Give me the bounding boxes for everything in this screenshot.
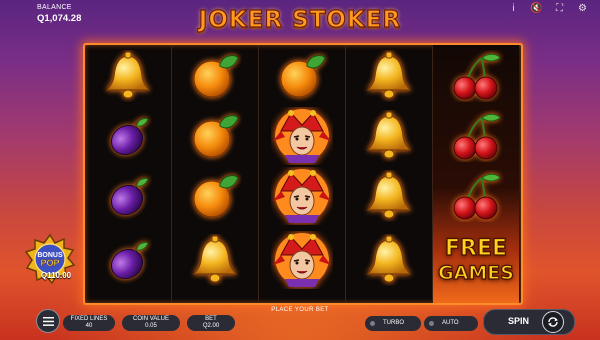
reel-4 <box>346 45 433 303</box>
reel-5: FREE GAMES <box>433 45 519 303</box>
reel-1 <box>85 45 172 303</box>
orange-symbol <box>259 47 345 105</box>
spin-arrows-icon <box>542 311 564 333</box>
auto-label: AUTO <box>442 320 459 326</box>
free-games-line2: GAMES <box>438 262 514 284</box>
bell-symbol <box>172 231 258 289</box>
bell-symbol <box>346 47 432 105</box>
game-title: JOKER STOKER <box>198 6 402 33</box>
joker-symbol <box>259 231 345 289</box>
plum-symbol <box>85 167 171 225</box>
free-games-line1: FREE <box>445 236 507 261</box>
turbo-label: TURBO <box>383 320 404 326</box>
hamburger-icon <box>42 316 54 326</box>
bell-symbol <box>346 107 432 165</box>
bet-control[interactable]: BET Q2.00 <box>187 315 235 331</box>
reel-2 <box>172 45 259 303</box>
plum-symbol <box>85 231 171 289</box>
bell-symbol <box>346 231 432 289</box>
fixed-lines-value: 40 <box>85 323 93 329</box>
bonus-pop-amount: Q110.00 <box>40 271 72 280</box>
plum-symbol <box>85 107 171 165</box>
spin-button[interactable]: SPIN <box>483 309 575 335</box>
game-screen: BALANCE Q1,074.28 i 🔇 ⛶ ⚙ JOKER STOKER F… <box>0 0 600 340</box>
orange-symbol <box>172 47 258 105</box>
spin-label: SPIN <box>508 316 530 326</box>
turbo-toggle[interactable]: TURBO <box>365 316 421 331</box>
free-games-symbol: FREE GAMES <box>433 231 519 289</box>
bonus-pop-line2: POP <box>40 258 59 268</box>
cherries-symbol <box>433 47 519 105</box>
coin-value-value: 0.05 <box>145 323 157 329</box>
bet-value: Q2.00 <box>202 323 220 329</box>
bell-symbol <box>346 167 432 225</box>
coin-value-control[interactable]: COIN VALUE 0.05 <box>122 315 180 331</box>
orange-symbol <box>172 167 258 225</box>
reel-grid: FREE GAMES <box>83 43 523 305</box>
menu-button[interactable] <box>36 309 60 333</box>
cherries-symbol <box>433 107 519 165</box>
bet-label: BET <box>205 316 217 322</box>
auto-toggle[interactable]: AUTO <box>424 316 478 331</box>
orange-symbol <box>172 107 258 165</box>
joker-symbol <box>259 167 345 225</box>
joker-symbol <box>259 107 345 165</box>
reel-3 <box>259 45 346 303</box>
coin-value-label: COIN VALUE <box>133 316 169 322</box>
bell-symbol <box>85 47 171 105</box>
fixed-lines-label: FIXED LINES <box>70 316 108 322</box>
cherries-symbol <box>433 167 519 225</box>
fixed-lines-control[interactable]: FIXED LINES 40 <box>63 315 115 331</box>
